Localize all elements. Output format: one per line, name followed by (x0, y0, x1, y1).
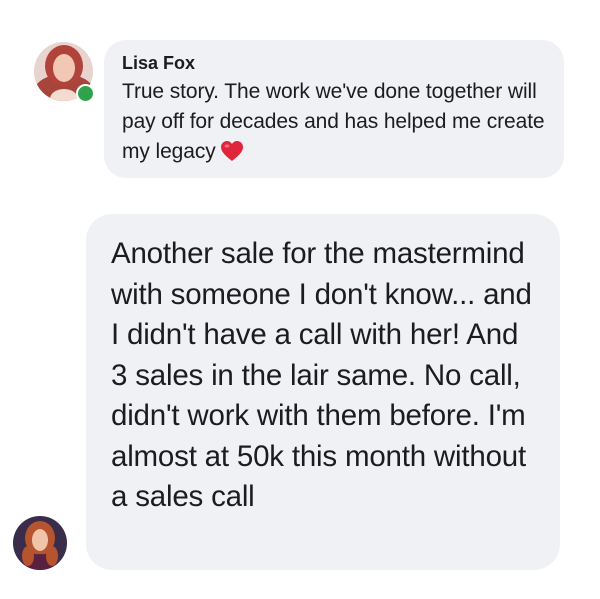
online-status-indicator (76, 84, 95, 103)
message-text: Another sale for the mastermind with som… (111, 237, 532, 513)
heart-icon (220, 140, 244, 171)
sender-name[interactable]: Lisa Fox (122, 52, 548, 74)
sender-avatar[interactable] (13, 516, 67, 570)
message-bubble[interactable]: Lisa Fox True story. The work we've done… (104, 40, 564, 178)
message-bubble[interactable]: Another sale for the mastermind with som… (86, 214, 560, 570)
message-text: True story. The work we've done together… (122, 80, 545, 163)
profile-photo-icon (13, 516, 67, 570)
message-text-container: True story. The work we've done together… (122, 77, 548, 171)
